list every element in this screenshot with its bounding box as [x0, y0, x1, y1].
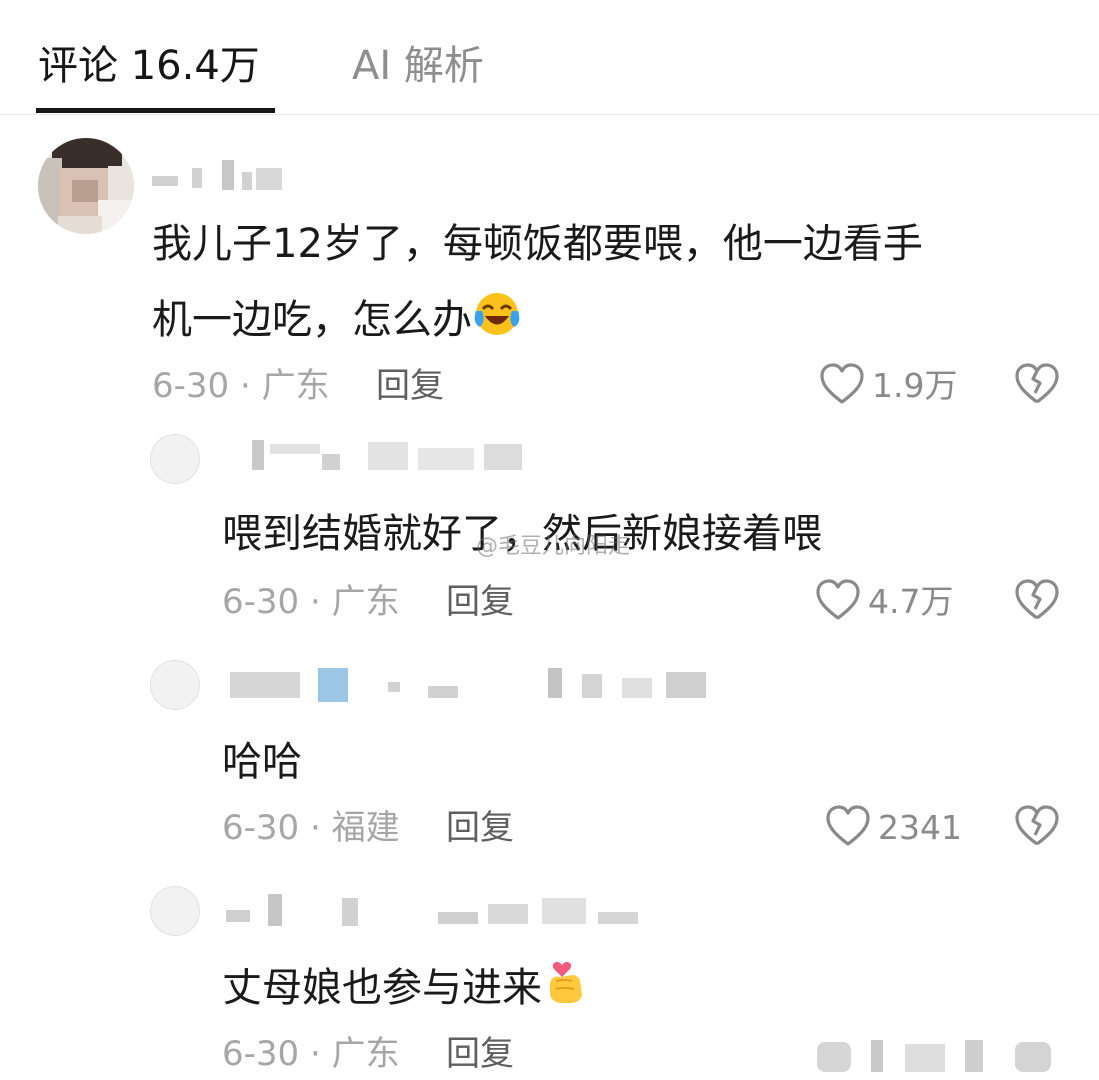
reply-button[interactable]: 回复	[376, 366, 444, 406]
finger-heart-emoji	[542, 951, 590, 1032]
like-heart-icon[interactable]	[820, 363, 864, 409]
username-blurred[interactable]	[222, 440, 532, 470]
laugh-cry-emoji	[472, 288, 522, 364]
reply-button[interactable]: 回复	[446, 808, 514, 848]
like-count: 4.7万	[868, 582, 954, 621]
avatar[interactable]	[150, 660, 200, 710]
username-blurred[interactable]	[222, 894, 662, 926]
truncated-actions-blurred	[805, 1036, 1065, 1076]
like-count: 1.9万	[872, 366, 958, 405]
tab-comments[interactable]: 评论 16.4万	[38, 38, 260, 94]
reply-button[interactable]: 回复	[446, 1034, 514, 1074]
comment-date-location: 6-30 · 广东	[222, 582, 400, 622]
comment-date-location: 6-30 · 广东	[152, 366, 330, 406]
active-tab-indicator	[36, 108, 275, 113]
tab-ai-analysis[interactable]: AI 解析	[352, 38, 484, 94]
like-count: 2341	[878, 808, 962, 847]
dislike-broken-heart-icon[interactable]	[1015, 579, 1059, 625]
comment-text-line: 丈母娘也参与进来	[222, 965, 542, 1011]
username-blurred[interactable]	[222, 668, 732, 702]
avatar[interactable]	[38, 138, 134, 234]
dislike-broken-heart-icon[interactable]	[1015, 805, 1059, 851]
avatar[interactable]	[150, 434, 200, 484]
comment-text-line: 我儿子12岁了，每顿饭都要喂，他一边看手	[152, 221, 923, 267]
comment-text: 哈哈	[222, 739, 302, 785]
comment-text: 丈母娘也参与进来	[222, 950, 590, 1032]
comment-date-location: 6-30 · 福建	[222, 808, 400, 848]
watermark: @毛豆儿向阳走	[476, 534, 631, 559]
comment-text-line: 机一边吃，怎么办	[152, 297, 472, 343]
reply-button[interactable]: 回复	[446, 582, 514, 622]
username-blurred[interactable]	[152, 160, 282, 190]
comment-text: 我儿子12岁了，每顿饭都要喂，他一边看手	[152, 206, 923, 282]
like-heart-icon[interactable]	[826, 805, 870, 851]
comment-tabs: 评论 16.4万 AI 解析	[0, 0, 1099, 115]
avatar[interactable]	[150, 886, 200, 936]
comment-date-location: 6-30 · 广东	[222, 1034, 400, 1074]
dislike-broken-heart-icon[interactable]	[1015, 363, 1059, 409]
comment-text: 机一边吃，怎么办	[152, 282, 522, 364]
like-heart-icon[interactable]	[816, 579, 860, 625]
